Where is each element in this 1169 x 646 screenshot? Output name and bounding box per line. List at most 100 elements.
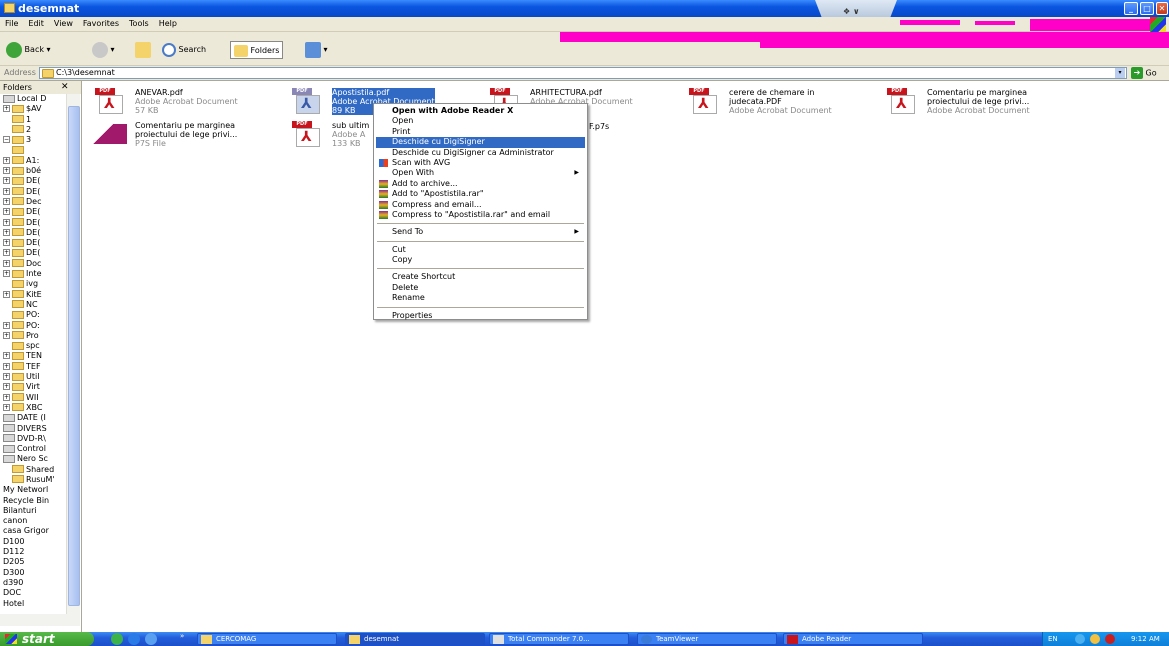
tree-item[interactable]: PO: <box>0 310 66 320</box>
tree-item[interactable]: + $AV <box>0 104 66 114</box>
title-strip[interactable]: ❖ ∨ <box>815 0 897 17</box>
expand-icon[interactable]: + <box>3 208 10 216</box>
tree-horizontal-scrollbar[interactable] <box>0 614 80 626</box>
context-menu-item[interactable]: Print <box>376 127 585 137</box>
tree-item[interactable]: DOC <box>0 588 66 598</box>
task-adobe-reader[interactable]: Adobe Reader <box>783 633 923 645</box>
antivirus-icon[interactable] <box>1090 634 1100 644</box>
more-icon[interactable]: » <box>180 632 184 640</box>
search-button[interactable]: Search <box>162 41 206 59</box>
file-item[interactable]: PDF ⅄ ANEVAR.pdf Adobe Acrobat Document 5… <box>89 86 279 116</box>
context-menu-item[interactable]: Deschide cu DigiSigner <box>376 137 585 148</box>
context-menu-item[interactable]: Open With ▶ <box>376 168 585 178</box>
tree-item[interactable]: + DE( <box>0 228 66 238</box>
task-teamviewer[interactable]: TeamViewer <box>637 633 777 645</box>
tree-item[interactable]: NC <box>0 300 66 310</box>
expand-icon[interactable]: + <box>3 352 10 360</box>
context-menu-item[interactable]: Copy <box>376 255 585 265</box>
context-menu-item[interactable]: Compress to "Apostistila.rar" and email <box>376 210 585 220</box>
expand-icon[interactable]: + <box>3 197 10 205</box>
tree-item[interactable]: D300 <box>0 568 66 578</box>
tree-item[interactable]: canon <box>0 516 66 526</box>
tree-item[interactable]: + KitE <box>0 290 66 300</box>
menu-tools[interactable]: Tools <box>124 17 154 30</box>
context-menu-item[interactable]: Cut <box>376 245 585 255</box>
task-cercomag[interactable]: CERCOMAG <box>197 633 337 645</box>
file-item[interactable]: PDF ⅄ cerere de chemare in judecata.PDF A… <box>683 86 873 116</box>
menu-edit[interactable]: Edit <box>23 17 49 30</box>
tree-item[interactable]: ivg <box>0 279 66 289</box>
file-item[interactable]: PDF ⅄ Comentariu pe marginea proiectului … <box>881 86 1071 116</box>
expand-icon[interactable]: + <box>3 331 10 339</box>
tree-item[interactable]: −3 <box>0 135 66 145</box>
expand-icon[interactable]: + <box>3 249 10 257</box>
tree-item[interactable]: RusuM' <box>0 475 66 485</box>
tree-item[interactable]: casa Grigor <box>0 526 66 536</box>
context-menu-item[interactable]: Scan with AVG <box>376 158 585 168</box>
tree-item[interactable]: 1 <box>0 115 66 125</box>
tree-item[interactable]: + Doc <box>0 259 66 269</box>
close-button[interactable]: ✕ <box>1156 2 1168 15</box>
start-button[interactable]: start <box>0 632 94 646</box>
menu-favorites[interactable]: Favorites <box>78 17 124 30</box>
tree-item[interactable]: d390 <box>0 578 66 588</box>
context-menu-item[interactable]: Create Shortcut <box>376 272 585 282</box>
expand-icon[interactable]: + <box>3 167 10 175</box>
tree-item[interactable]: Recycle Bin <box>0 496 66 506</box>
menu-view[interactable]: View <box>49 17 78 30</box>
task-desemnat[interactable]: desemnat <box>345 633 485 645</box>
tree-item[interactable]: + Virt <box>0 382 66 392</box>
tree-item[interactable]: + DE( <box>0 176 66 186</box>
tree-item[interactable]: Shared <box>0 465 66 475</box>
quicklaunch-icon[interactable] <box>111 633 123 645</box>
tree-item[interactable]: + Util <box>0 372 66 382</box>
tree-item[interactable]: + Pro <box>0 331 66 341</box>
title-bar[interactable]: desemnat ❖ ∨ _ □ ✕ <box>0 0 1169 17</box>
internet-explorer-icon[interactable] <box>145 633 157 645</box>
tree-item[interactable]: Bilanturi <box>0 506 66 516</box>
expand-icon[interactable]: + <box>3 290 10 298</box>
tree-item[interactable]: spc <box>0 341 66 351</box>
context-menu-item[interactable]: Open <box>376 116 585 126</box>
context-menu-item[interactable]: Delete <box>376 283 585 293</box>
tree-item[interactable]: + WII <box>0 393 66 403</box>
context-menu-item[interactable]: Deschide cu DigiSigner ca Administrator <box>376 148 585 158</box>
tree-item[interactable]: + DE( <box>0 218 66 228</box>
maximize-button[interactable]: □ <box>1140 2 1154 15</box>
tree-item[interactable]: DATE (I <box>0 413 66 423</box>
tree-item[interactable] <box>0 145 66 155</box>
tree-item[interactable]: + DE( <box>0 187 66 197</box>
tree-item[interactable]: + Inte <box>0 269 66 279</box>
tree-item[interactable]: + TEN <box>0 351 66 361</box>
minimize-button[interactable]: _ <box>1124 2 1138 15</box>
tree-item[interactable]: + PO: <box>0 321 66 331</box>
tree-item[interactable]: DIVERS <box>0 424 66 434</box>
tree-item[interactable]: Hotel <box>0 599 66 609</box>
tree-item[interactable]: D205 <box>0 557 66 567</box>
menu-help[interactable]: Help <box>154 17 182 30</box>
network-icon[interactable] <box>1075 634 1085 644</box>
go-button[interactable]: ➔ Go <box>1131 67 1157 79</box>
tree-item[interactable]: Local D <box>0 94 66 104</box>
tree-item[interactable]: D100 <box>0 537 66 547</box>
language-indicator[interactable]: EN <box>1048 632 1058 646</box>
expand-icon[interactable]: + <box>3 393 10 401</box>
expand-icon[interactable]: + <box>3 270 10 278</box>
expand-icon[interactable]: + <box>3 105 10 113</box>
context-menu-item[interactable]: Compress and email... <box>376 200 585 210</box>
tree-item[interactable]: + Dec <box>0 197 66 207</box>
expand-icon[interactable]: + <box>3 321 10 329</box>
context-menu-item[interactable]: Rename <box>376 293 585 303</box>
collapse-icon[interactable]: − <box>3 136 10 144</box>
expand-icon[interactable]: + <box>3 239 10 247</box>
quicklaunch-icon[interactable] <box>128 633 140 645</box>
file-item[interactable]: PDF ⅄ sub ultim Adobe A 133 KB <box>286 119 371 149</box>
expand-icon[interactable]: + <box>3 403 10 411</box>
task-total-commander[interactable]: Total Commander 7.0... <box>489 633 629 645</box>
expand-icon[interactable]: + <box>3 187 10 195</box>
tree-item[interactable]: + DE( <box>0 238 66 248</box>
expand-icon[interactable]: + <box>3 259 10 267</box>
expand-icon[interactable]: + <box>3 373 10 381</box>
context-menu-item[interactable]: Send To ▶ <box>376 227 585 237</box>
tree-item[interactable]: + XBC <box>0 403 66 413</box>
